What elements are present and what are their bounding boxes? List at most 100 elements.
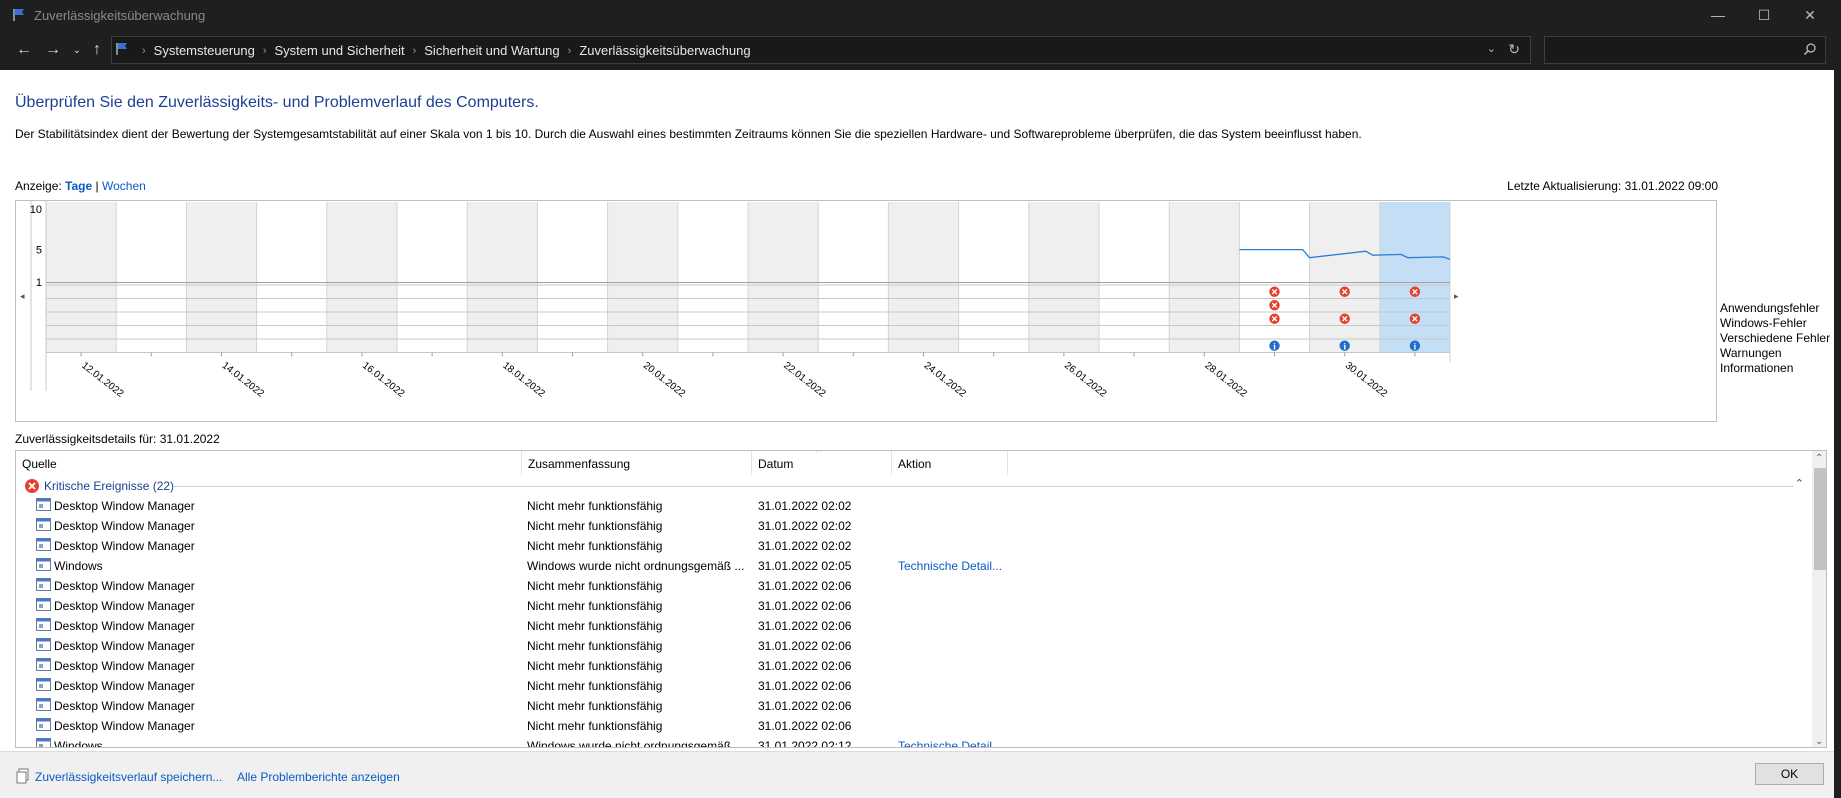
chart-scroll-right-icon[interactable]: ▸	[1454, 291, 1459, 301]
table-row[interactable]: Desktop Window Manager Nicht mehr funktio…	[16, 535, 1812, 555]
breadcrumb-item-sicherheit-und-wartung[interactable]: Sicherheit und Wartung	[424, 43, 559, 58]
day-column[interactable]	[186, 202, 257, 353]
view-weeks-link[interactable]: Wochen	[102, 179, 146, 193]
table-row[interactable]: Desktop Window Manager Nicht mehr funktio…	[16, 575, 1812, 595]
day-column[interactable]	[677, 202, 748, 353]
x-date-label: 18.01.2022	[500, 360, 547, 400]
view-selector: Anzeige: Tage | Wochen	[15, 179, 146, 193]
maximize-button[interactable]: ☐	[1741, 0, 1787, 30]
technical-details-link[interactable]: Technische Detail...	[898, 559, 1002, 573]
minimize-icon: —	[1711, 7, 1725, 23]
table-row[interactable]: Desktop Window Manager Nicht mehr funktio…	[16, 615, 1812, 635]
day-column[interactable]	[1099, 202, 1170, 353]
day-column[interactable]	[1169, 202, 1240, 353]
error-marker-icon[interactable]	[1269, 300, 1280, 311]
day-column[interactable]	[46, 202, 117, 353]
window-app-icon	[36, 498, 51, 511]
day-column[interactable]	[1239, 202, 1310, 353]
error-marker-icon[interactable]	[1269, 313, 1280, 324]
forward-button[interactable]: →	[43, 40, 63, 60]
day-column[interactable]	[537, 202, 608, 353]
row-summary: Nicht mehr funktionsfähig	[527, 699, 663, 713]
address-dropdown-icon[interactable]: ⌄	[1487, 42, 1496, 55]
search-input[interactable]	[1544, 36, 1826, 64]
table-row[interactable]: Windows Windows wurde nicht ordnungsgemäß…	[16, 735, 1812, 748]
day-column[interactable]	[116, 202, 187, 353]
column-action[interactable]: Aktion	[892, 451, 1008, 475]
group-critical-events[interactable]: Kritische Ereignisse (22) ⌃	[24, 477, 1804, 495]
day-column[interactable]	[1028, 202, 1099, 353]
refresh-icon[interactable]: ↻	[1508, 41, 1520, 58]
table-row[interactable]: Desktop Window Manager Nicht mehr funktio…	[16, 595, 1812, 615]
row-summary: Windows wurde nicht ordnungsgemäß ...	[527, 559, 745, 573]
error-marker-icon[interactable]	[1409, 313, 1421, 324]
breadcrumb-item-systemsteuerung[interactable]: Systemsteuerung	[154, 43, 255, 58]
x-date-label: 30.01.2022	[1343, 360, 1390, 400]
day-column[interactable]	[256, 202, 327, 353]
day-column[interactable]	[818, 202, 889, 353]
selected-day-column[interactable]	[1379, 202, 1450, 353]
day-column[interactable]	[888, 202, 959, 353]
x-date-label: 26.01.2022	[1062, 360, 1109, 400]
back-button[interactable]: ←	[14, 40, 34, 60]
error-marker-icon[interactable]	[1269, 286, 1280, 297]
table-row[interactable]: Desktop Window Manager Nicht mehr funktio…	[16, 515, 1812, 535]
row-source: Desktop Window Manager	[54, 499, 195, 513]
close-button[interactable]: ✕	[1787, 0, 1833, 30]
row-source: Windows	[54, 739, 103, 748]
up-button[interactable]: ↑	[87, 40, 107, 60]
footer-bar: Zuverlässigkeitsverlauf speichern... All…	[0, 751, 1834, 798]
ok-button[interactable]: OK	[1755, 763, 1824, 785]
row-date: 31.01.2022 02:12	[758, 739, 852, 748]
column-date[interactable]: Datum	[752, 451, 892, 475]
scroll-down-icon[interactable]: ⌄	[1815, 736, 1823, 747]
flag-icon	[13, 9, 24, 21]
window-edge	[1834, 70, 1841, 798]
recent-locations-button[interactable]: ⌄	[67, 40, 87, 60]
breadcrumb-item-system-und-sicherheit[interactable]: System und Sicherheit	[275, 43, 405, 58]
stability-chart[interactable]: 10 5 1 ◂ ▸ i i i 12.01.2022 14.01.2022 16.01.2022 1…	[15, 200, 1717, 422]
row-date: 31.01.2022 02:02	[758, 539, 852, 553]
day-column[interactable]	[958, 202, 1029, 353]
vertical-scrollbar[interactable]: ⌃ ⌄	[1812, 451, 1826, 747]
day-column[interactable]	[607, 202, 678, 353]
day-column[interactable]	[326, 202, 397, 353]
window-title: Zuverlässigkeitsüberwachung	[34, 8, 206, 23]
table-row[interactable]: Desktop Window Manager Nicht mehr funktio…	[16, 635, 1812, 655]
window-app-icon	[36, 518, 51, 531]
collapse-icon[interactable]: ⌃	[1795, 477, 1804, 490]
save-history-link[interactable]: Zuverlässigkeitsverlauf speichern...	[35, 770, 222, 784]
breadcrumb: › Systemsteuerung › System und Sicherhei…	[134, 43, 751, 58]
view-days-link[interactable]: Tage	[65, 179, 92, 193]
error-marker-icon[interactable]	[1339, 313, 1350, 324]
day-column[interactable]	[748, 202, 819, 353]
day-column[interactable]	[1309, 202, 1380, 353]
table-row[interactable]: Desktop Window Manager Nicht mehr funktio…	[16, 675, 1812, 695]
table-row[interactable]: Desktop Window Manager Nicht mehr funktio…	[16, 715, 1812, 735]
legend-windows-errors: Windows-Fehler	[1720, 316, 1807, 330]
address-bar[interactable]: › Systemsteuerung › System und Sicherhei…	[111, 36, 1531, 64]
error-marker-icon[interactable]	[1339, 286, 1350, 297]
table-row[interactable]: Desktop Window Manager Nicht mehr funktio…	[16, 655, 1812, 675]
chart-scroll-left-icon[interactable]: ◂	[20, 291, 25, 301]
x-date-label: 20.01.2022	[641, 360, 688, 400]
error-marker-icon[interactable]	[1409, 286, 1421, 297]
row-source: Desktop Window Manager	[54, 599, 195, 613]
table-row[interactable]: Desktop Window Manager Nicht mehr funktio…	[16, 495, 1812, 515]
minimize-button[interactable]: —	[1695, 0, 1741, 30]
row-source: Windows	[54, 559, 103, 573]
table-row[interactable]: Windows Windows wurde nicht ordnungsgemäß…	[16, 555, 1812, 575]
table-row[interactable]: Desktop Window Manager Nicht mehr funktio…	[16, 695, 1812, 715]
breadcrumb-item-zuverlaessigkeitsueberwachung[interactable]: Zuverlässigkeitsüberwachung	[579, 43, 750, 58]
column-summary[interactable]: Zusammenfassung	[522, 451, 752, 475]
arrow-left-icon: ←	[16, 41, 32, 58]
search-icon	[1803, 43, 1816, 56]
view-all-reports-link[interactable]: Alle Problemberichte anzeigen	[237, 770, 400, 784]
scroll-up-icon[interactable]: ⌃	[1815, 453, 1823, 464]
day-column[interactable]	[397, 202, 468, 353]
scrollbar-thumb[interactable]	[1814, 468, 1826, 570]
day-column[interactable]	[467, 202, 538, 353]
row-summary: Nicht mehr funktionsfähig	[527, 539, 663, 553]
technical-details-link[interactable]: Technische Detail...	[898, 739, 1002, 747]
column-source[interactable]: Quelle	[16, 451, 522, 475]
